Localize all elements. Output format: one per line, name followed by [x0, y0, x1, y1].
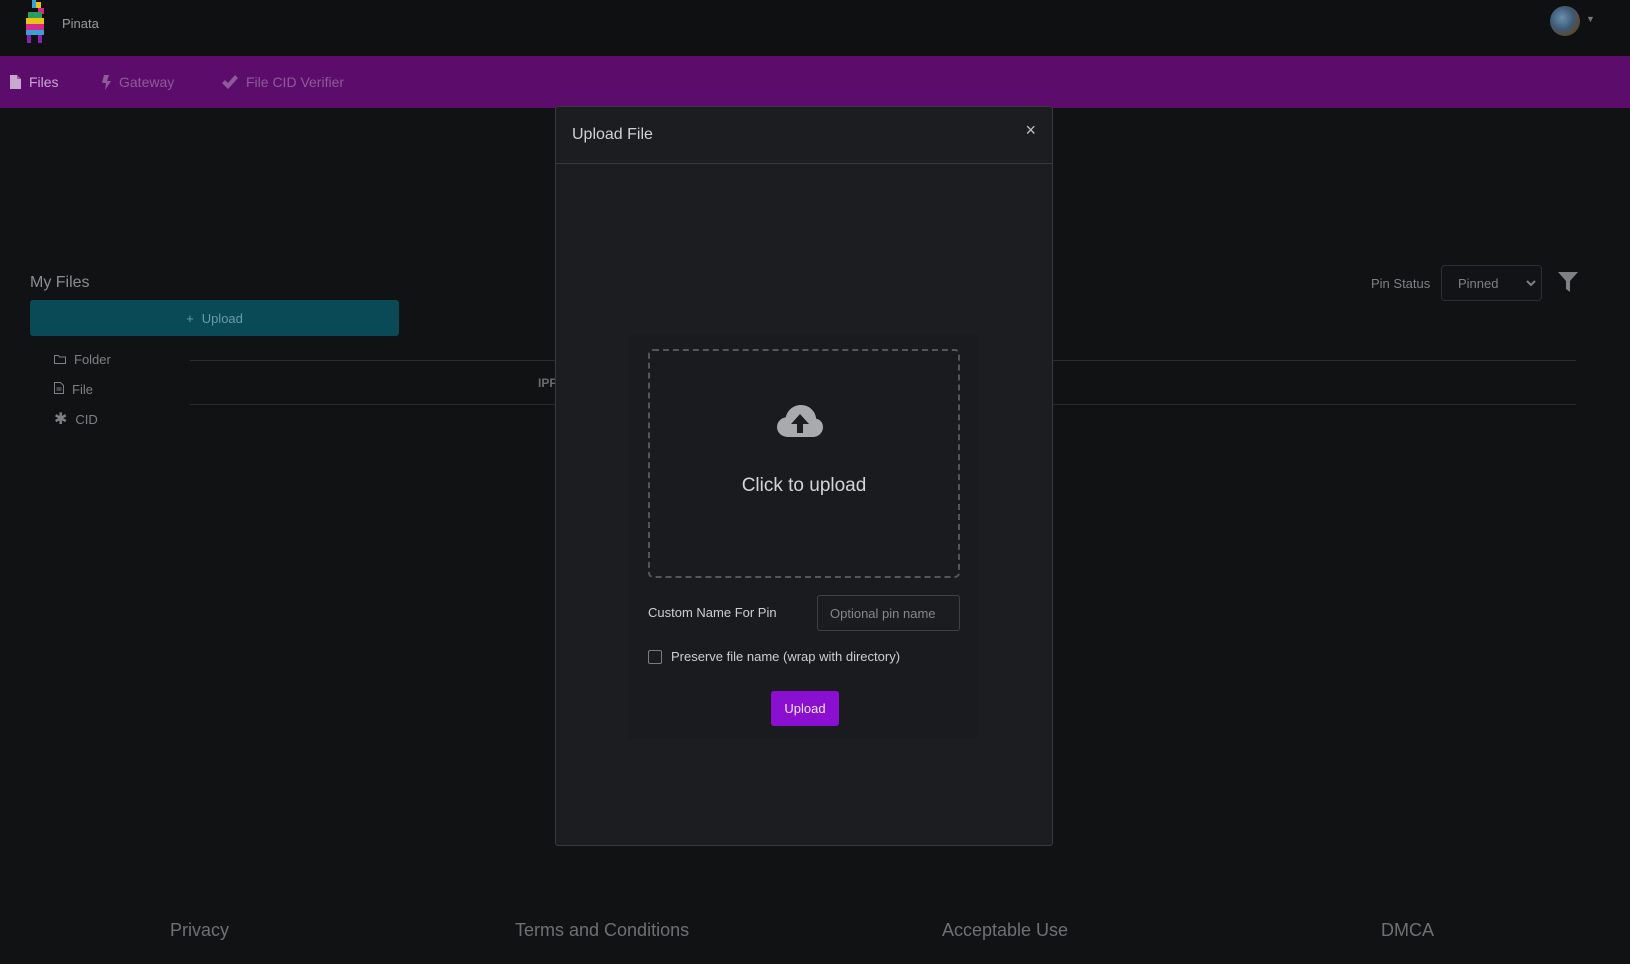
brand-name: Pinata: [62, 16, 99, 31]
pin-status-value: Pinned: [1458, 275, 1499, 291]
cloud-upload-icon: [776, 403, 824, 444]
sidebar-item-folder[interactable]: Folder: [54, 352, 111, 367]
footer-link-acceptable-use[interactable]: Acceptable Use: [942, 920, 1068, 941]
plus-icon: +: [186, 310, 194, 326]
nav-item-gateway[interactable]: Gateway: [102, 56, 174, 108]
sidebar-item-label: File: [72, 382, 93, 397]
upload-file-modal: Upload File × Click to upload Custom Nam…: [555, 106, 1053, 846]
dropzone-label: Click to upload: [741, 475, 867, 496]
avatar[interactable]: [1550, 6, 1580, 36]
main-nav: Files Gateway File CID Verifier: [0, 56, 1630, 108]
asterisk-icon: ✱: [54, 410, 68, 428]
chevron-down-icon: [1525, 275, 1537, 294]
upload-submit-button[interactable]: Upload: [771, 691, 839, 726]
footer-link-dmca[interactable]: DMCA: [1381, 920, 1434, 941]
folder-icon: [54, 352, 66, 367]
nav-item-label: Files: [29, 74, 59, 90]
nav-item-label: File CID Verifier: [246, 74, 345, 90]
upload-button-label: Upload: [201, 310, 243, 326]
double-check-icon: [222, 75, 238, 89]
preserve-filename-checkbox[interactable]: [648, 649, 662, 664]
sidebar-item-cid[interactable]: ✱ CID: [54, 410, 98, 428]
table-column-header: IPF: [538, 376, 557, 390]
custom-name-label: Custom Name For Pin: [648, 605, 777, 620]
bolt-icon: [102, 74, 111, 90]
preserve-filename-label: Preserve file name (wrap with directory): [671, 649, 901, 664]
top-bar: Pinata ▼: [0, 0, 1630, 56]
nav-item-label: Gateway: [119, 74, 175, 90]
pin-status-label: Pin Status: [1371, 276, 1431, 291]
sidebar-item-label: CID: [75, 412, 98, 427]
pin-status-select[interactable]: Pinned: [1441, 265, 1542, 301]
footer-link-privacy[interactable]: Privacy: [170, 920, 229, 941]
footer-link-terms[interactable]: Terms and Conditions: [515, 920, 689, 941]
filter-icon[interactable]: [1558, 272, 1578, 297]
modal-header: Upload File ×: [556, 107, 1052, 164]
custom-name-input[interactable]: [817, 595, 960, 631]
sidebar-item-label: Folder: [74, 352, 111, 367]
nav-item-file-cid-verifier[interactable]: File CID Verifier: [222, 56, 344, 108]
chevron-down-icon[interactable]: ▼: [1586, 14, 1595, 24]
close-icon[interactable]: ×: [1025, 121, 1036, 139]
upload-dropzone[interactable]: Click to upload: [648, 349, 960, 578]
pinata-logo-icon[interactable]: [22, 0, 52, 44]
sidebar-item-file[interactable]: File: [54, 382, 93, 397]
upload-button[interactable]: + Upload: [30, 300, 399, 336]
nav-item-files[interactable]: Files: [10, 56, 59, 108]
page-title: My Files: [30, 274, 90, 291]
preserve-filename-option[interactable]: Preserve file name (wrap with directory): [648, 649, 900, 664]
file-icon: [10, 75, 21, 89]
file-icon: [54, 382, 64, 397]
modal-title: Upload File: [572, 126, 653, 143]
